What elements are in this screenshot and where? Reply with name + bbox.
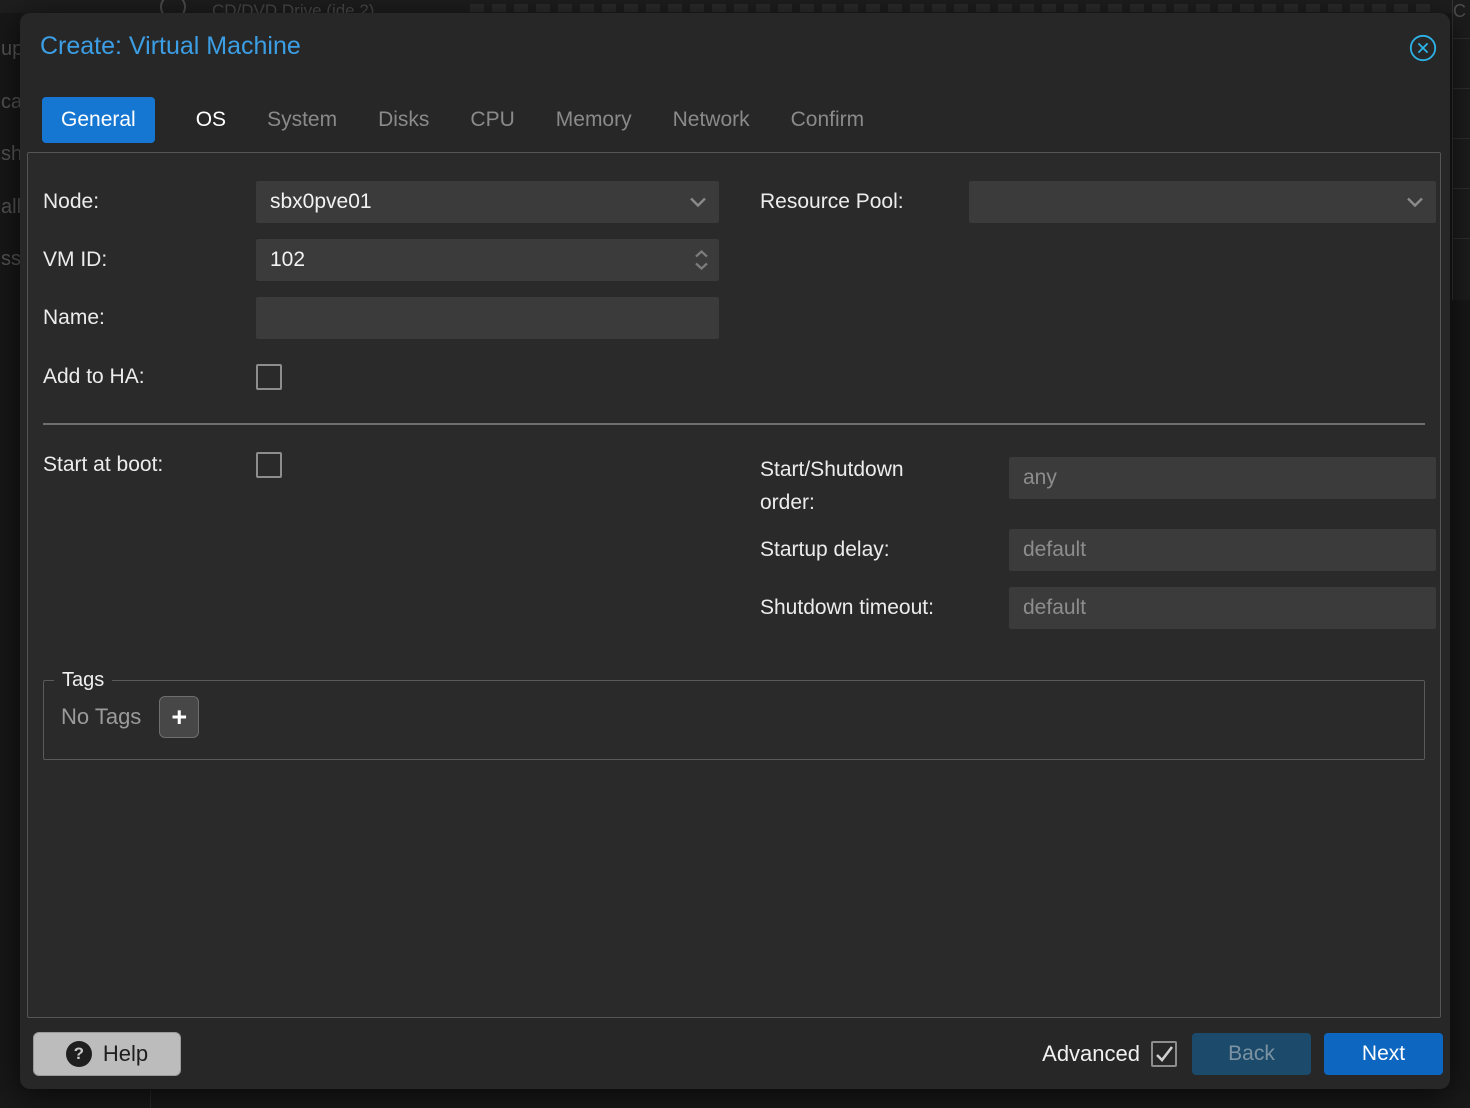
background-fragment: sh [1,143,22,166]
advanced-checkbox[interactable] [1151,1041,1177,1067]
background-fragment: ca [1,91,22,114]
background-fragment: C [1453,1,1466,22]
no-tags-text: No Tags [61,704,141,730]
background-page-bottom [0,1090,1470,1108]
tags-fieldset: Tags No Tags + [43,669,1425,760]
question-mark-icon: ? [66,1041,92,1067]
vmid-spinner[interactable] [256,239,719,281]
spinner-buttons[interactable] [694,250,709,271]
start-shutdown-order-input[interactable] [1009,457,1436,499]
background-table-edge: C [1452,0,1470,300]
footer-actions: Advanced Back Next [1042,1033,1443,1075]
help-button[interactable]: ? Help [33,1032,181,1076]
resource-pool-label: Resource Pool: [760,181,904,223]
node-input[interactable] [256,181,719,223]
tags-row: No Tags + [44,692,1424,738]
chevron-up-icon [694,250,709,259]
next-button[interactable]: Next [1324,1033,1443,1075]
chevron-down-icon [694,262,709,271]
help-button-label: Help [103,1041,148,1067]
add-tag-button[interactable]: + [159,696,199,738]
background-gridline [1452,38,1470,39]
startup-delay-label: Startup delay: [760,529,890,571]
name-label: Name: [43,297,105,339]
start-at-boot-label: Start at boot: [43,452,163,478]
dialog-title: Create: Virtual Machine [40,32,301,61]
background-divider [150,1090,151,1108]
tab-general[interactable]: General [42,97,155,143]
close-icon [1409,34,1437,62]
background-fragment: ss [1,248,21,271]
resource-pool-input[interactable] [969,181,1436,223]
chevron-down-icon[interactable] [689,197,707,208]
advanced-label: Advanced [1042,1041,1140,1067]
background-gridline [1452,188,1470,189]
background-gridline [1452,138,1470,139]
chevron-down-icon[interactable] [1406,197,1424,208]
node-label: Node: [43,181,99,223]
tab-os[interactable]: OS [196,108,226,132]
section-divider [43,423,1425,425]
name-input[interactable] [256,297,719,339]
shutdown-timeout-label: Shutdown timeout: [760,587,934,629]
background-divider [1452,0,1453,300]
resource-pool-combobox[interactable] [969,181,1436,223]
tab-cpu: CPU [470,108,514,132]
background-fragment: all [1,196,21,219]
start-shutdown-order-label: Start/Shutdown order: [760,453,945,519]
tab-confirm: Confirm [791,108,865,132]
create-vm-dialog: Create: Virtual Machine General OS Syste… [20,13,1450,1089]
plus-icon: + [171,704,187,731]
tab-network: Network [673,108,750,132]
background-page-strip: CD/DVD Drive (ide 2) [0,0,1470,13]
add-to-ha-checkbox[interactable] [256,364,282,390]
background-gridline [1452,88,1470,89]
check-icon [1154,1045,1174,1063]
node-combobox[interactable] [256,181,719,223]
tab-system: System [267,108,337,132]
start-at-boot-checkbox[interactable] [256,452,282,478]
tab-memory: Memory [556,108,632,132]
shutdown-timeout-input[interactable] [1009,587,1436,629]
wizard-tabs: General OS System Disks CPU Memory Netwo… [42,97,864,143]
add-to-ha-label: Add to HA: [43,364,145,390]
startup-delay-input[interactable] [1009,529,1436,571]
tags-legend: Tags [54,669,112,692]
vmid-input[interactable] [256,239,719,281]
background-blurred-text [470,4,1430,12]
vmid-label: VM ID: [43,239,107,281]
tab-disks: Disks [378,108,429,132]
close-button[interactable] [1409,34,1437,62]
background-gridline [1452,238,1470,239]
dialog-footer: ? Help Advanced Back Next [20,1032,1450,1076]
general-form-panel: Node: VM ID: Name: Add to HA: Resource P… [27,152,1441,1018]
back-button[interactable]: Back [1192,1033,1311,1075]
